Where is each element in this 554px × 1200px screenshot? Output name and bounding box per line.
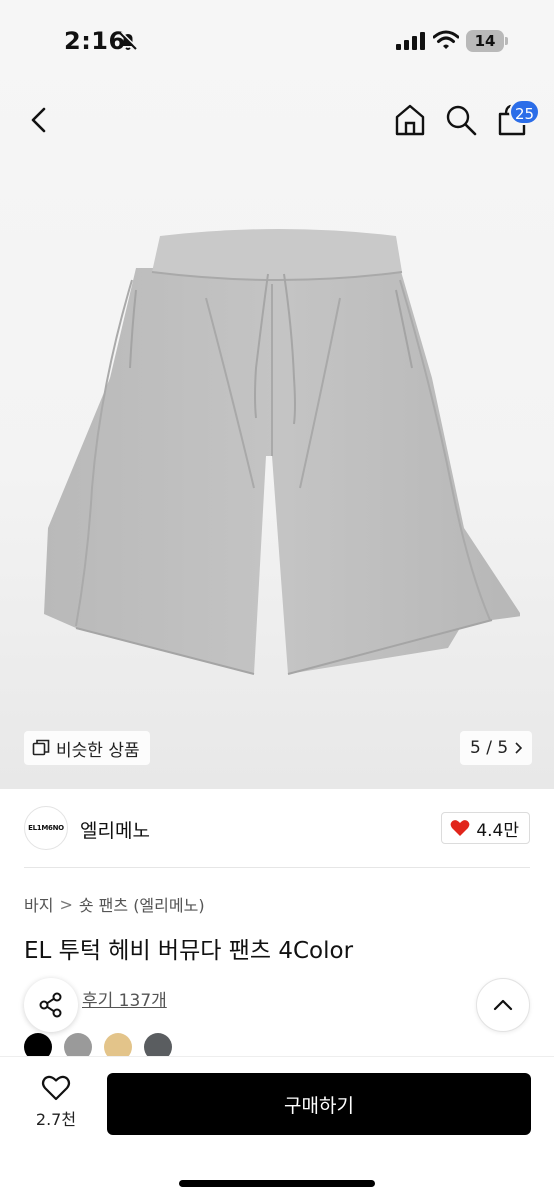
share-button[interactable]	[24, 978, 78, 1032]
share-icon	[39, 992, 62, 1018]
brand-logo-text: EL1M6NO	[28, 824, 64, 832]
heart-outline-icon	[41, 1075, 71, 1101]
breadcrumb: 바지 > 숏 팬츠 (엘리메노)	[24, 892, 205, 916]
brand-name[interactable]: 엘리메노	[80, 816, 150, 843]
product-image-gallery[interactable]: 25 비슷한 상품 5 / 5	[0, 0, 554, 789]
cart-count-badge: 25	[509, 99, 541, 125]
copy-icon	[32, 739, 50, 756]
wifi-icon	[433, 30, 459, 49]
brand-logo[interactable]: EL1M6NO	[24, 806, 68, 850]
scroll-top-button[interactable]	[476, 978, 530, 1032]
battery-indicator: 14	[466, 30, 508, 52]
product-detail-page: 25 비슷한 상품 5 / 5 2:16 14 EL1M6NO 엘리메노 4.4…	[0, 0, 554, 1200]
review-count-link[interactable]: 후기 137개	[82, 986, 167, 1011]
wishlist-button[interactable]: 2.7천	[24, 1074, 88, 1134]
home-indicator	[179, 1180, 375, 1187]
divider	[24, 867, 530, 868]
similar-products-button[interactable]: 비슷한 상품	[24, 731, 150, 765]
search-icon[interactable]	[443, 102, 479, 138]
battery-level: 14	[474, 32, 496, 50]
breadcrumb-subcategory[interactable]: 숏 팬츠 (엘리메노)	[79, 892, 205, 916]
wishlist-count: 2.7천	[35, 1110, 77, 1129]
similar-products-label: 비슷한 상품	[56, 740, 140, 761]
breadcrumb-category[interactable]: 바지	[24, 892, 53, 916]
bell-mute-icon	[119, 31, 138, 50]
product-title: EL 투턱 헤비 버뮤다 팬츠 4Color	[24, 938, 354, 964]
home-icon[interactable]	[392, 102, 428, 138]
brand-like-count: 4.4만	[476, 820, 519, 841]
image-counter-text: 5 / 5	[470, 738, 509, 758]
brand-like-button[interactable]: 4.4만	[441, 812, 530, 844]
chevron-up-icon	[493, 999, 513, 1011]
battery-nub	[505, 37, 508, 45]
back-icon[interactable]	[24, 104, 56, 136]
breadcrumb-separator: >	[59, 894, 73, 914]
brand-row: EL1M6NO 엘리메노 4.4만	[24, 806, 530, 850]
buy-button[interactable]: 구매하기	[107, 1073, 531, 1135]
signal-icon	[396, 32, 425, 50]
product-image	[44, 229, 520, 675]
image-counter-button[interactable]: 5 / 5	[460, 731, 533, 765]
heart-filled-icon	[450, 820, 470, 836]
chevron-right-icon	[515, 742, 523, 754]
status-bar: 2:16 14	[0, 0, 554, 80]
